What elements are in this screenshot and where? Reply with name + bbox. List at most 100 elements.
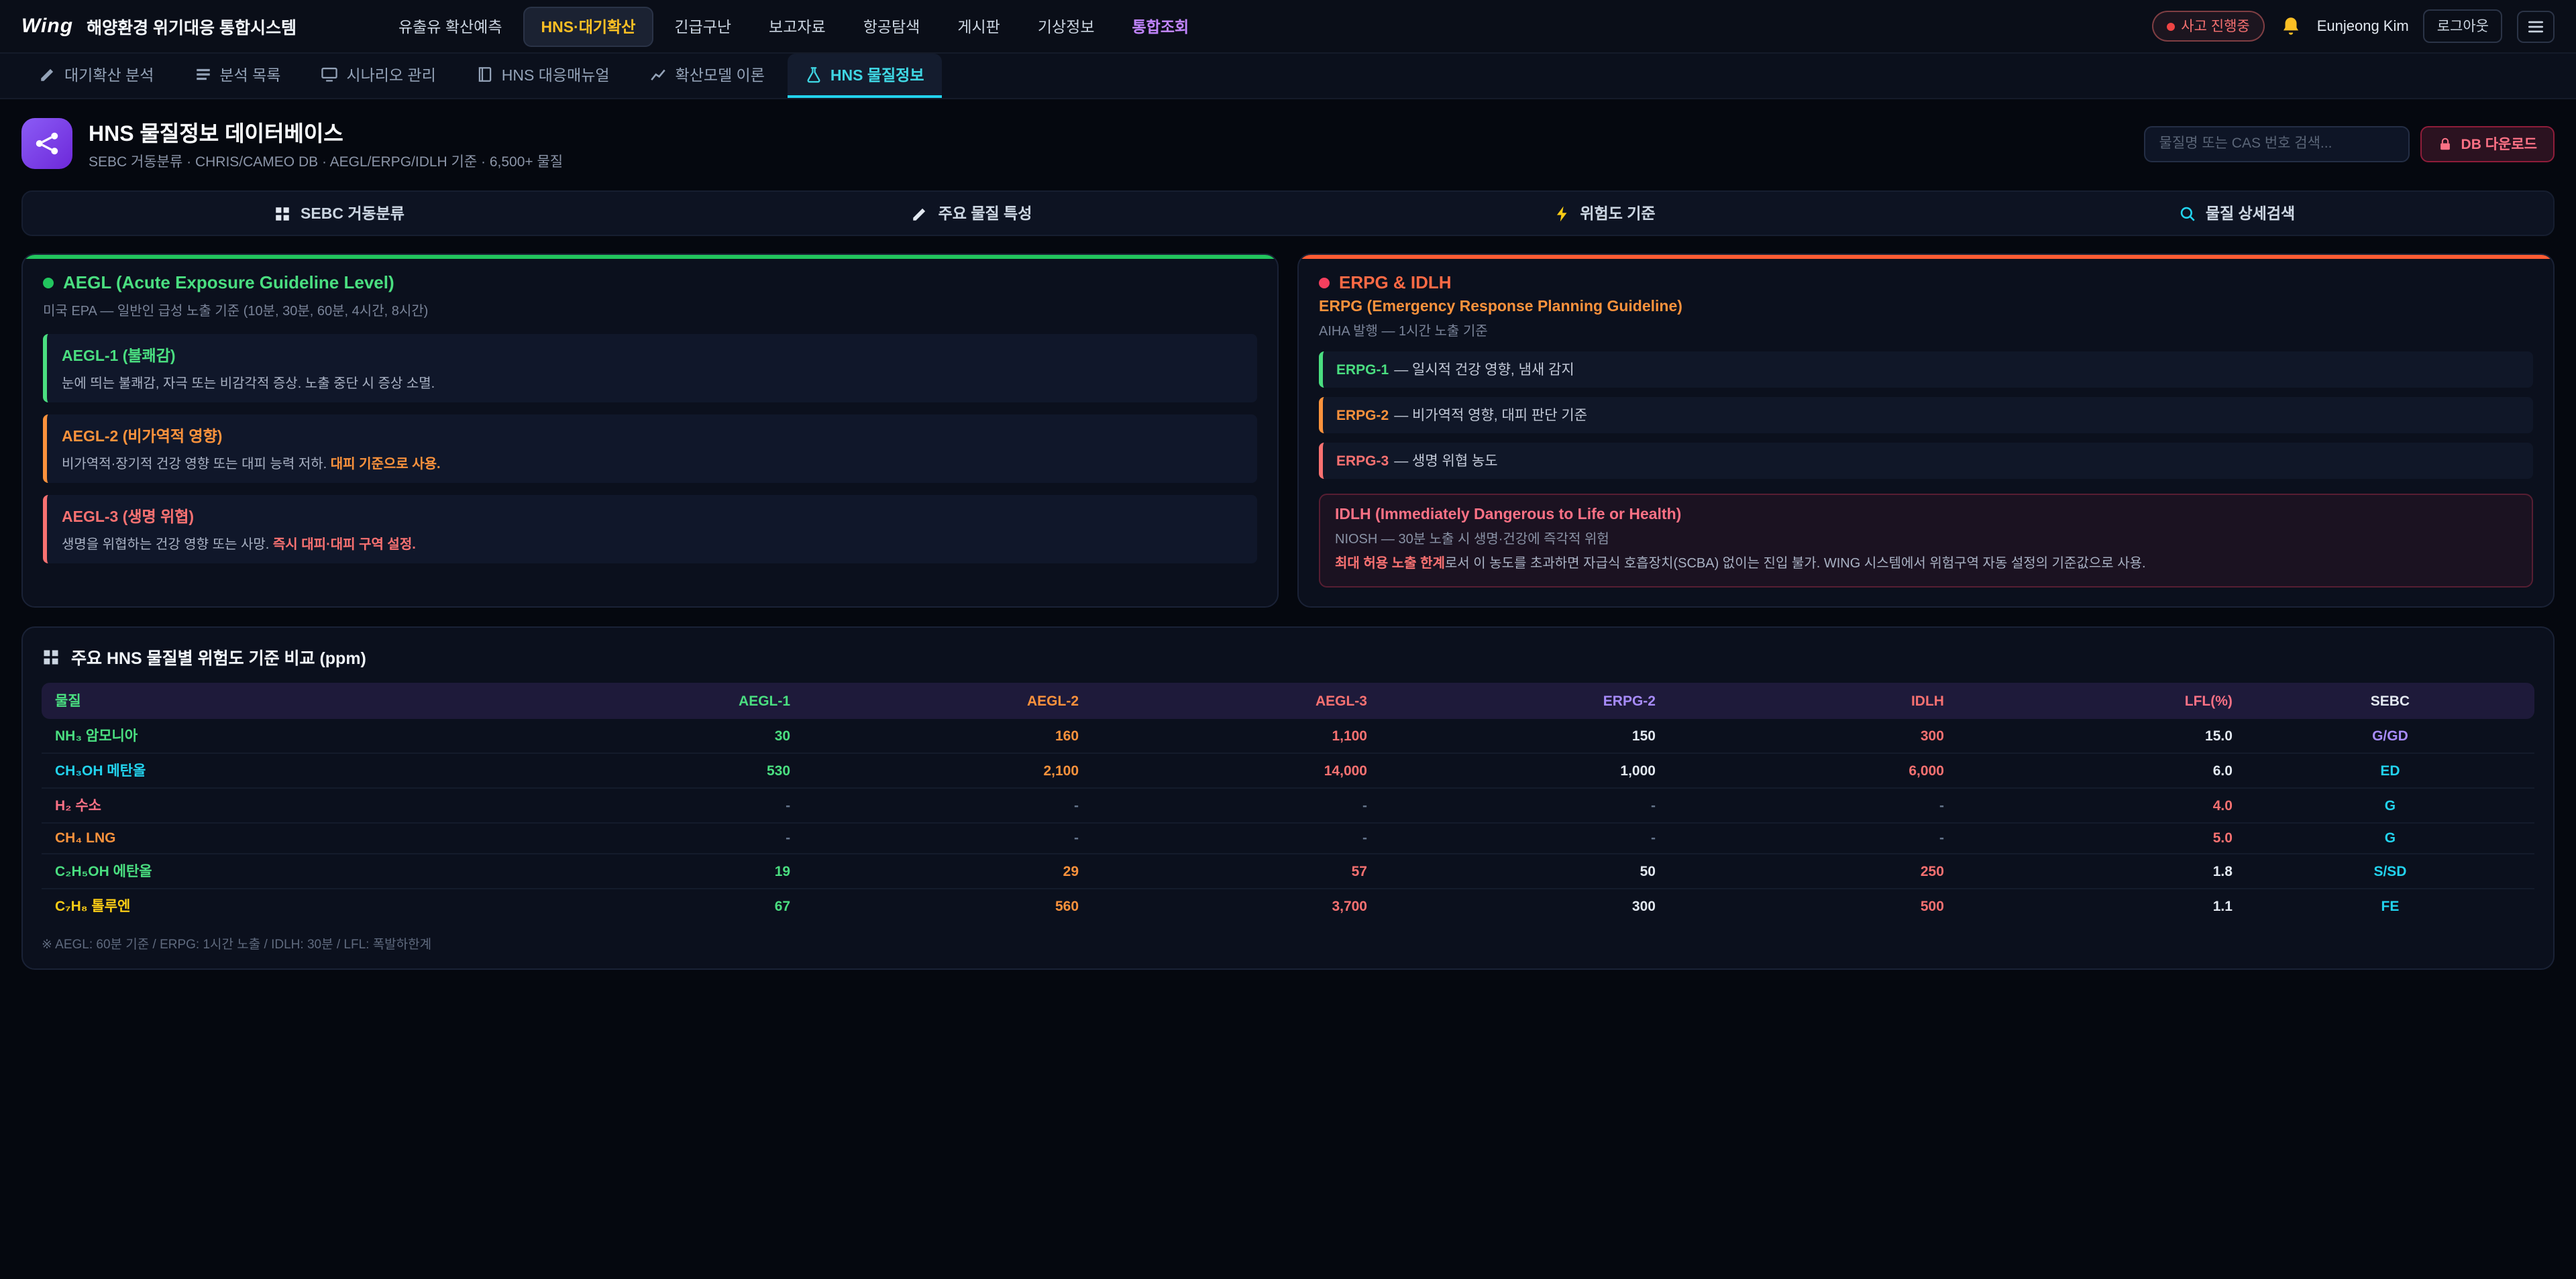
erpg-levels: ERPG-1 — 일시적 건강 영향, 냄새 감지ERPG-2 — 비가역적 영…	[1319, 351, 2533, 479]
logout-button[interactable]: 로그아웃	[2424, 9, 2502, 43]
value-cell: 15.0	[1957, 719, 2246, 753]
nav-item-7[interactable]: 통합조회	[1116, 7, 1205, 45]
table-row[interactable]: CH₄ LNG-----5.0G	[42, 823, 2534, 854]
aegl-level-1: AEGL-1 (불쾌감) 눈에 띄는 불쾌감, 자극 또는 비감각적 증상. 노출…	[43, 334, 1257, 402]
section-tab-bar: SEBC 거동분류 주요 물질 특성 위험도 기준 물질 상세검색	[21, 190, 2555, 236]
page-subtitle: SEBC 거동분류 · CHRIS/CAMEO DB · AEGL/ERPG/I…	[89, 152, 563, 172]
page-header: HNS 물질정보 데이터베이스 SEBC 거동분류 · CHRIS/CAMEO …	[0, 99, 2576, 185]
value-cell: -	[1381, 823, 1669, 854]
subtab-3[interactable]: HNS 대응매뉴얼	[459, 54, 627, 98]
substance-name: CH₃OH 메탄올	[42, 753, 515, 788]
section-tab-2[interactable]: 위험도 기준	[1288, 192, 1921, 235]
nav-item-4[interactable]: 항공탐색	[847, 7, 936, 45]
section-tab-3[interactable]: 물질 상세검색	[1921, 192, 2553, 235]
section-tab-label: 위험도 기준	[1580, 203, 1655, 224]
nav-item-0[interactable]: 유출유 확산예측	[382, 7, 519, 45]
value-cell: 6,000	[1669, 753, 1957, 788]
subtab-4[interactable]: 확산모델 이론	[633, 54, 782, 98]
criteria-panels: AEGL (Acute Exposure Guideline Level) 미국…	[21, 254, 2555, 608]
value-cell: 1.1	[1957, 889, 2246, 923]
db-download-button[interactable]: DB 다운로드	[2421, 125, 2555, 162]
section-tab-label: SEBC 거동분류	[301, 203, 405, 224]
search-input[interactable]	[2145, 125, 2410, 162]
brand[interactable]: Wing 해양환경 위기대응 통합시스템	[21, 13, 297, 39]
hamburger-menu-button[interactable]	[2517, 10, 2555, 42]
value-cell: 2,100	[804, 753, 1092, 788]
subtab-label: 분석 목록	[219, 64, 280, 85]
nav-item-3[interactable]: 보고자료	[753, 7, 842, 45]
nav-item-2[interactable]: 긴급구난	[658, 7, 747, 45]
column-header: SEBC	[2246, 683, 2534, 719]
subtab-5[interactable]: HNS 물질정보	[788, 54, 942, 98]
section-tab-label: 물질 상세검색	[2206, 203, 2295, 224]
idlh-description: 최대 허용 노출 한계로서 이 농도를 초과하면 자급식 호흡장치(SCBA) …	[1335, 554, 2517, 574]
application-root: Wing 해양환경 위기대응 통합시스템 유출유 확산예측HNS·대기확산긴급구…	[0, 0, 2576, 1279]
erpg-subtitle: AIHA 발행 — 1시간 노출 기준	[1319, 319, 2533, 339]
subtab-label: 확산모델 이론	[676, 64, 765, 85]
table-row[interactable]: H₂ 수소-----4.0G	[42, 788, 2534, 823]
value-cell: -	[1092, 788, 1381, 823]
table-row[interactable]: C₂H₅OH 에탄올192957502501.8S/SD	[42, 854, 2534, 889]
value-cell: 160	[804, 719, 1092, 753]
subtab-0[interactable]: 대기확산 분석	[21, 54, 171, 98]
aegl-level-desc: 눈에 띄는 불쾌감, 자극 또는 비감각적 증상. 노출 중단 시 증상 소멸.	[62, 372, 1242, 392]
column-header: AEGL-2	[804, 683, 1092, 719]
value-cell: 29	[804, 854, 1092, 889]
substance-name: NH₃ 암모니아	[42, 719, 515, 753]
substance-name: C₇H₈ 톨루엔	[42, 889, 515, 923]
value-cell: 1,100	[1092, 719, 1381, 753]
aegl-panel-subtitle: 미국 EPA — 일반인 급성 노출 기준 (10분, 30분, 60분, 4시…	[43, 299, 1257, 319]
value-cell: -	[1669, 788, 1957, 823]
subtab-1[interactable]: 분석 목록	[176, 54, 298, 98]
erpg-heading: ERPG (Emergency Response Planning Guidel…	[1319, 299, 2533, 315]
nav-item-1[interactable]: HNS·대기확산	[524, 6, 653, 46]
substance-name: C₂H₅OH 에탄올	[42, 854, 515, 889]
column-header: AEGL-3	[1092, 683, 1381, 719]
incident-status-badge[interactable]: 사고 진행중	[2151, 11, 2264, 42]
molecule-icon	[21, 118, 72, 169]
table-row[interactable]: NH₃ 암모니아301601,10015030015.0G/GD	[42, 719, 2534, 753]
value-cell: 500	[1669, 889, 1957, 923]
aegl-level-desc: 비가역적·장기적 건강 영향 또는 대피 능력 저하. 대피 기준으로 사용.	[62, 452, 1242, 472]
incident-status-label: 사고 진행중	[2181, 16, 2249, 36]
value-cell: -	[1381, 788, 1669, 823]
section-tab-0[interactable]: SEBC 거동분류	[23, 192, 655, 235]
aegl-level-name: AEGL-3 (생명 위협)	[62, 506, 1242, 527]
column-header: IDLH	[1669, 683, 1957, 719]
column-header: LFL(%)	[1957, 683, 2246, 719]
value-cell: S/SD	[2246, 854, 2534, 889]
value-cell: 19	[515, 854, 804, 889]
subtab-label: 시나리오 관리	[346, 64, 435, 85]
value-cell: 1.8	[1957, 854, 2246, 889]
nav-item-5[interactable]: 게시판	[941, 7, 1016, 45]
value-cell: 1,000	[1381, 753, 1669, 788]
top-nav: Wing 해양환경 위기대응 통합시스템 유출유 확산예측HNS·대기확산긴급구…	[0, 0, 2576, 54]
bolt-icon	[1553, 205, 1570, 222]
value-cell: 250	[1669, 854, 1957, 889]
erpg-panel-title: ERPG & IDLH	[1339, 272, 1452, 292]
aegl-level-desc: 생명을 위협하는 건강 영향 또는 사망. 즉시 대피·대피 구역 설정.	[62, 533, 1242, 553]
aegl-level-3: AEGL-3 (생명 위협) 생명을 위협하는 건강 영향 또는 사망. 즉시 대…	[43, 495, 1257, 563]
hazard-comparison-card: 주요 HNS 물질별 위험도 기준 비교 (ppm) 물질AEGL-1AEGL-…	[21, 626, 2555, 970]
aegl-panel: AEGL (Acute Exposure Guideline Level) 미국…	[21, 254, 1279, 608]
column-header: 물질	[42, 683, 515, 719]
idlh-subtitle: NIOSH — 30분 노출 시 생명·건강에 즉각적 위험	[1335, 527, 2517, 547]
table-row[interactable]: CH₃OH 메탄올5302,10014,0001,0006,0006.0ED	[42, 753, 2534, 788]
chart-icon	[650, 66, 667, 83]
section-tab-1[interactable]: 주요 물질 특성	[655, 192, 1288, 235]
aegl-level-name: AEGL-1 (불쾌감)	[62, 345, 1242, 366]
nav-item-6[interactable]: 기상정보	[1022, 7, 1111, 45]
aegl-panel-title: AEGL (Acute Exposure Guideline Level)	[63, 272, 394, 292]
db-download-label: DB 다운로드	[2461, 133, 2537, 154]
idlh-description-em: 최대 허용 노출 한계	[1335, 557, 1445, 571]
aegl-levels: AEGL-1 (불쾌감) 눈에 띄는 불쾌감, 자극 또는 비감각적 증상. 노출…	[43, 334, 1257, 563]
value-cell: 150	[1381, 719, 1669, 753]
table-row[interactable]: C₇H₈ 톨루엔675603,7003005001.1FE	[42, 889, 2534, 923]
table-header-row: 물질AEGL-1AEGL-2AEGL-3ERPG-2IDLHLFL(%)SEBC	[42, 683, 2534, 719]
value-cell: -	[804, 823, 1092, 854]
notification-bell-icon[interactable]	[2279, 15, 2302, 38]
nav-right: 사고 진행중 Eunjeong Kim 로그아웃	[2151, 9, 2555, 43]
subtab-2[interactable]: 시나리오 관리	[303, 54, 453, 98]
logo: Wing	[21, 15, 73, 38]
subtab-label: 대기확산 분석	[64, 64, 154, 85]
